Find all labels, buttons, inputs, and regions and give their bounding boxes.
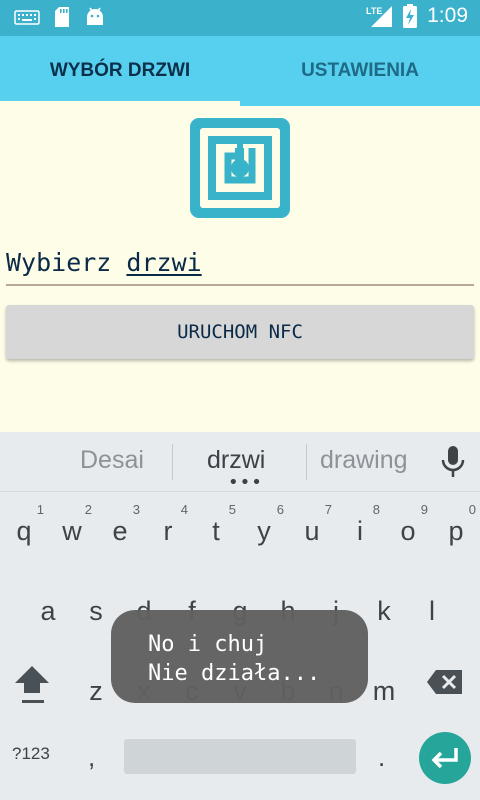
- key-t[interactable]: 5t: [192, 496, 240, 556]
- key-y[interactable]: 6y: [240, 496, 288, 556]
- key-label: u: [304, 516, 320, 546]
- suggestion-more-dots[interactable]: •••: [228, 474, 263, 492]
- key-label: l: [429, 596, 435, 626]
- status-bar-system: LTE 1:09: [365, 4, 468, 28]
- tab-selected-indicator: [0, 101, 240, 106]
- key-r[interactable]: 4r: [144, 496, 192, 556]
- key-hint: 8: [372, 502, 380, 517]
- key-label: k: [377, 596, 391, 626]
- key-label: e: [112, 516, 128, 546]
- tab-bar: WYBÓR DRZWI USTAWIENIA: [0, 36, 480, 106]
- door-input-composing-word: drzwi: [126, 248, 202, 277]
- symbols-key[interactable]: ?123: [12, 744, 50, 764]
- key-a[interactable]: a: [24, 576, 72, 636]
- suggestion-divider: [306, 444, 307, 480]
- key-hint: 9: [420, 502, 428, 517]
- toast-line-1: No i chuj: [148, 632, 268, 657]
- door-input-prefix: Wybierz: [6, 248, 127, 277]
- key-l[interactable]: l: [408, 576, 456, 636]
- key-hint: 6: [276, 502, 284, 517]
- status-bar: LTE 1:09: [0, 0, 480, 36]
- microphone-icon[interactable]: [440, 445, 466, 479]
- keyboard-icon: [14, 10, 40, 25]
- status-bar-notifications: [14, 6, 106, 28]
- key-q[interactable]: 1q: [0, 496, 48, 556]
- key-hint: 4: [180, 502, 188, 517]
- network-type-label: LTE: [366, 6, 382, 16]
- android-icon: [87, 7, 103, 25]
- backspace-icon[interactable]: [426, 668, 464, 696]
- key-label: o: [400, 516, 416, 546]
- suggestion-divider: [172, 444, 173, 480]
- key-o[interactable]: 9o: [384, 496, 432, 556]
- enter-arrow-icon: [431, 748, 458, 769]
- battery-charging-icon: [403, 4, 418, 28]
- key-hint: 2: [84, 502, 92, 517]
- key-hint: 1: [36, 502, 44, 517]
- key-label: q: [16, 516, 32, 546]
- key-hint: 5: [228, 502, 236, 517]
- space-bar[interactable]: [124, 739, 356, 774]
- suggestion-1[interactable]: Desai: [80, 446, 144, 475]
- status-bar-time: 1:09: [427, 4, 468, 27]
- key-w[interactable]: 2w: [48, 496, 96, 556]
- key-hint: 0: [468, 502, 476, 517]
- suggestion-2[interactable]: drzwi: [207, 446, 265, 475]
- suggestion-strip: Desai drzwi ••• drawing: [0, 432, 480, 492]
- comma-key[interactable]: ,: [88, 742, 95, 773]
- door-input-value: Wybierz drzwi: [6, 248, 202, 277]
- toast-message: No i chuj Nie działa...: [111, 610, 368, 703]
- key-label: w: [62, 516, 82, 546]
- tab-door-selection[interactable]: WYBÓR DRZWI: [0, 36, 240, 106]
- nfc-logo-icon: [190, 118, 290, 218]
- sd-card-icon: [55, 7, 69, 27]
- key-u[interactable]: 7u: [288, 496, 336, 556]
- signal-icon: LTE: [366, 6, 393, 27]
- key-label: i: [357, 516, 363, 546]
- tab-settings[interactable]: USTAWIENIA: [240, 36, 480, 106]
- key-e[interactable]: 3e: [96, 496, 144, 556]
- key-label: y: [257, 516, 271, 546]
- key-hint: 3: [132, 502, 140, 517]
- toast-line-2: Nie działa...: [148, 661, 321, 686]
- shift-key-icon[interactable]: [12, 662, 52, 706]
- enter-key[interactable]: [419, 732, 471, 784]
- key-p[interactable]: 0p: [432, 496, 480, 556]
- period-key[interactable]: .: [378, 742, 385, 773]
- door-input-field[interactable]: Wybierz drzwi: [6, 240, 474, 286]
- start-nfc-button[interactable]: URUCHOM NFC: [6, 305, 474, 359]
- key-label: a: [40, 596, 56, 626]
- suggestion-3[interactable]: drawing: [320, 446, 408, 475]
- key-hint: 7: [324, 502, 332, 517]
- key-label: r: [163, 516, 173, 546]
- key-i[interactable]: 8i: [336, 496, 384, 556]
- key-label: p: [448, 516, 464, 546]
- key-label: t: [212, 516, 220, 546]
